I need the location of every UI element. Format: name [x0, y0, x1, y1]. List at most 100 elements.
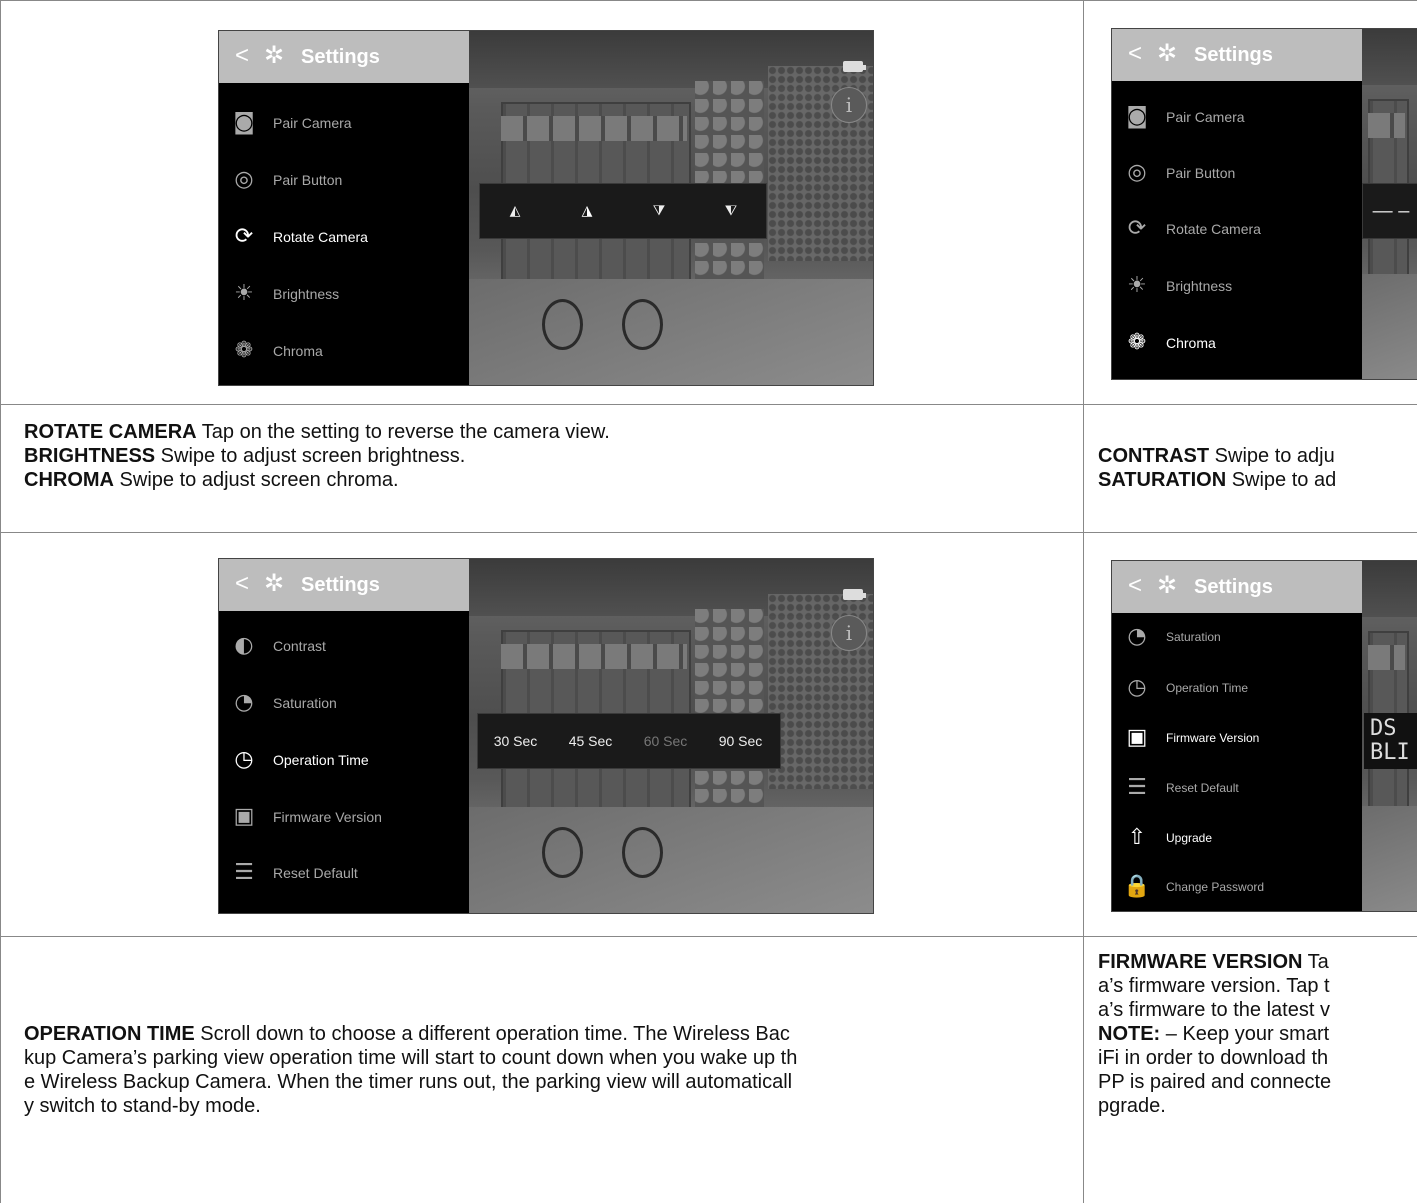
menu-label: Chroma	[273, 343, 323, 359]
sliders-icon: ☰	[1127, 775, 1147, 800]
text-line: iFi in order to download th	[1098, 1047, 1329, 1069]
time-option-30[interactable]: 30 Sec	[478, 714, 553, 768]
contrast-icon: ◐	[234, 633, 254, 658]
back-icon[interactable]: <	[235, 43, 249, 69]
settings-title: Settings	[301, 46, 380, 68]
menu-item-firmware-version[interactable]: ▣ Firmware Version	[219, 797, 469, 837]
menu-label: Saturation	[1166, 630, 1221, 644]
manual-page: i < ✲ Settings ◙ Pair Camera ◎ Pair Butt…	[0, 0, 1417, 1203]
menu-label: Firmware Version	[1166, 731, 1260, 745]
menu-label: Reset Default	[1166, 781, 1239, 795]
menu-label: Contrast	[273, 638, 326, 654]
back-icon[interactable]: <	[235, 571, 249, 597]
menu-item-reset-default[interactable]: ☰ Reset Default	[219, 853, 469, 893]
gear-icon: ✲	[1157, 572, 1178, 599]
description-operation-time: OPERATION TIME Scroll down to choose a d…	[24, 1022, 1082, 1118]
term-note: NOTE:	[1098, 1023, 1161, 1045]
time-option-90[interactable]: 90 Sec	[703, 714, 778, 768]
brightness-icon: ☀	[1127, 273, 1147, 298]
menu-label: Brightness	[273, 286, 340, 302]
info-icon[interactable]: i	[831, 615, 867, 651]
pair-button-icon: ◎	[1127, 160, 1147, 185]
gear-icon: ✲	[264, 42, 285, 69]
text-rotate-camera: Tap on the setting to reverse the camera…	[196, 421, 610, 443]
term-saturation: SATURATION	[1098, 469, 1227, 491]
menu-item-pair-button[interactable]: ◎ Pair Button	[219, 160, 469, 200]
table-divider-row-2	[0, 532, 1417, 533]
time-option-45[interactable]: 45 Sec	[553, 714, 628, 768]
menu-item-saturation[interactable]: ◔ Saturation	[1112, 617, 1362, 657]
saturation-icon: ◔	[1127, 624, 1147, 649]
firmware-line-2: BLI	[1370, 740, 1410, 765]
flip-option-3-icon[interactable]: ⧩	[624, 184, 694, 238]
menu-item-chroma[interactable]: ❁ Chroma	[1112, 323, 1362, 363]
menu-item-pair-button[interactable]: ◎ Pair Button	[1112, 153, 1362, 193]
settings-title: Settings	[1194, 44, 1273, 66]
menu-item-pair-camera[interactable]: ◙ Pair Camera	[219, 103, 469, 143]
menu-item-contrast[interactable]: ◐ Contrast	[219, 626, 469, 666]
chroma-slider[interactable]: — –	[1362, 183, 1417, 239]
time-option-60[interactable]: 60 Sec	[628, 714, 703, 768]
text-line: kup Camera’s parking view operation time…	[24, 1047, 798, 1069]
bicycle-image	[541, 286, 663, 350]
menu-item-chroma[interactable]: ❁ Chroma	[219, 331, 469, 371]
menu-label: Operation Time	[273, 752, 369, 768]
menu-item-operation-time[interactable]: ◷ Operation Time	[219, 740, 469, 780]
menu-item-rotate-camera[interactable]: ⟳ Rotate Camera	[219, 217, 469, 257]
table-divider-row-3	[0, 936, 1417, 937]
menu-item-brightness[interactable]: ☀ Brightness	[1112, 266, 1362, 306]
menu-item-operation-time[interactable]: ◷ Operation Time	[1112, 668, 1362, 708]
settings-menu: ◙ Pair Camera ◎ Pair Button ⟳ Rotate Cam…	[1112, 81, 1362, 379]
table-divider-row-1	[0, 404, 1417, 405]
menu-label: Brightness	[1166, 278, 1233, 294]
menu-label: Firmware Version	[273, 809, 382, 825]
clock-icon: ◷	[1127, 675, 1147, 700]
flip-option-2-icon[interactable]: ◮	[552, 184, 622, 238]
menu-label: Reset Default	[273, 865, 358, 881]
pair-camera-icon: ◙	[1126, 104, 1148, 129]
brightness-icon: ☀	[234, 281, 254, 306]
menu-item-brightness[interactable]: ☀ Brightness	[219, 274, 469, 314]
menu-item-upgrade[interactable]: ⇧ Upgrade	[1112, 818, 1362, 858]
menu-item-rotate-camera[interactable]: ⟳ Rotate Camera	[1112, 209, 1362, 249]
clock-icon: ◷	[234, 747, 254, 772]
bicycle-image	[541, 814, 663, 878]
term-brightness: BRIGHTNESS	[24, 445, 156, 467]
screenshot-firmware-version: < ✲ Settings ◔ Saturation ◷ Operation Ti…	[1111, 560, 1417, 912]
menu-label: Pair Camera	[1166, 109, 1245, 125]
text-line: e Wireless Backup Camera. When the timer…	[24, 1071, 793, 1093]
back-icon[interactable]: <	[1128, 573, 1142, 599]
term-rotate-camera: ROTATE CAMERA	[24, 421, 197, 443]
menu-item-change-password[interactable]: 🔒 Change Password	[1112, 867, 1362, 907]
firmware-line-1: DS	[1370, 716, 1397, 741]
lock-icon: 🔒	[1123, 874, 1151, 899]
text-line: a’s firmware version. Tap t	[1098, 975, 1330, 997]
menu-item-pair-camera[interactable]: ◙ Pair Camera	[1112, 97, 1362, 137]
menu-item-saturation[interactable]: ◔ Saturation	[219, 683, 469, 723]
battery-icon	[843, 589, 866, 600]
info-icon[interactable]: i	[831, 87, 867, 123]
text-line: – Keep your smart	[1160, 1023, 1330, 1045]
menu-label: Pair Button	[273, 172, 343, 188]
settings-menu: ◐ Contrast ◔ Saturation ◷ Operation Time…	[219, 611, 469, 913]
flip-option-4-icon[interactable]: ⧨	[696, 184, 766, 238]
term-contrast: CONTRAST	[1098, 445, 1210, 467]
text-line: y switch to stand-by mode.	[24, 1095, 261, 1117]
settings-title: Settings	[301, 574, 380, 596]
screenshot-rotate-camera: i < ✲ Settings ◙ Pair Camera ◎ Pair Butt…	[218, 30, 874, 386]
rotate-options: ◭ ◮ ⧩ ⧨	[479, 183, 767, 239]
menu-label: Pair Button	[1166, 165, 1236, 181]
menu-item-firmware-version[interactable]: ▣ Firmware Version	[1112, 718, 1362, 758]
menu-label: Rotate Camera	[273, 229, 368, 245]
menu-item-reset-default[interactable]: ☰ Reset Default	[1112, 768, 1362, 808]
flip-option-1-icon[interactable]: ◭	[480, 184, 550, 238]
menu-label: Pair Camera	[273, 115, 352, 131]
text-contrast: Swipe to adju	[1209, 445, 1335, 467]
settings-header: < ✲ Settings	[219, 559, 469, 611]
screenshot-operation-time: i < ✲ Settings ◐ Contrast ◔ Saturation ◷…	[218, 558, 874, 914]
slider-track-icon: — –	[1372, 199, 1410, 222]
term-operation-time: OPERATION TIME	[24, 1023, 195, 1045]
back-icon[interactable]: <	[1128, 41, 1142, 67]
sliders-icon: ☰	[234, 860, 254, 885]
menu-label: Rotate Camera	[1166, 221, 1261, 237]
